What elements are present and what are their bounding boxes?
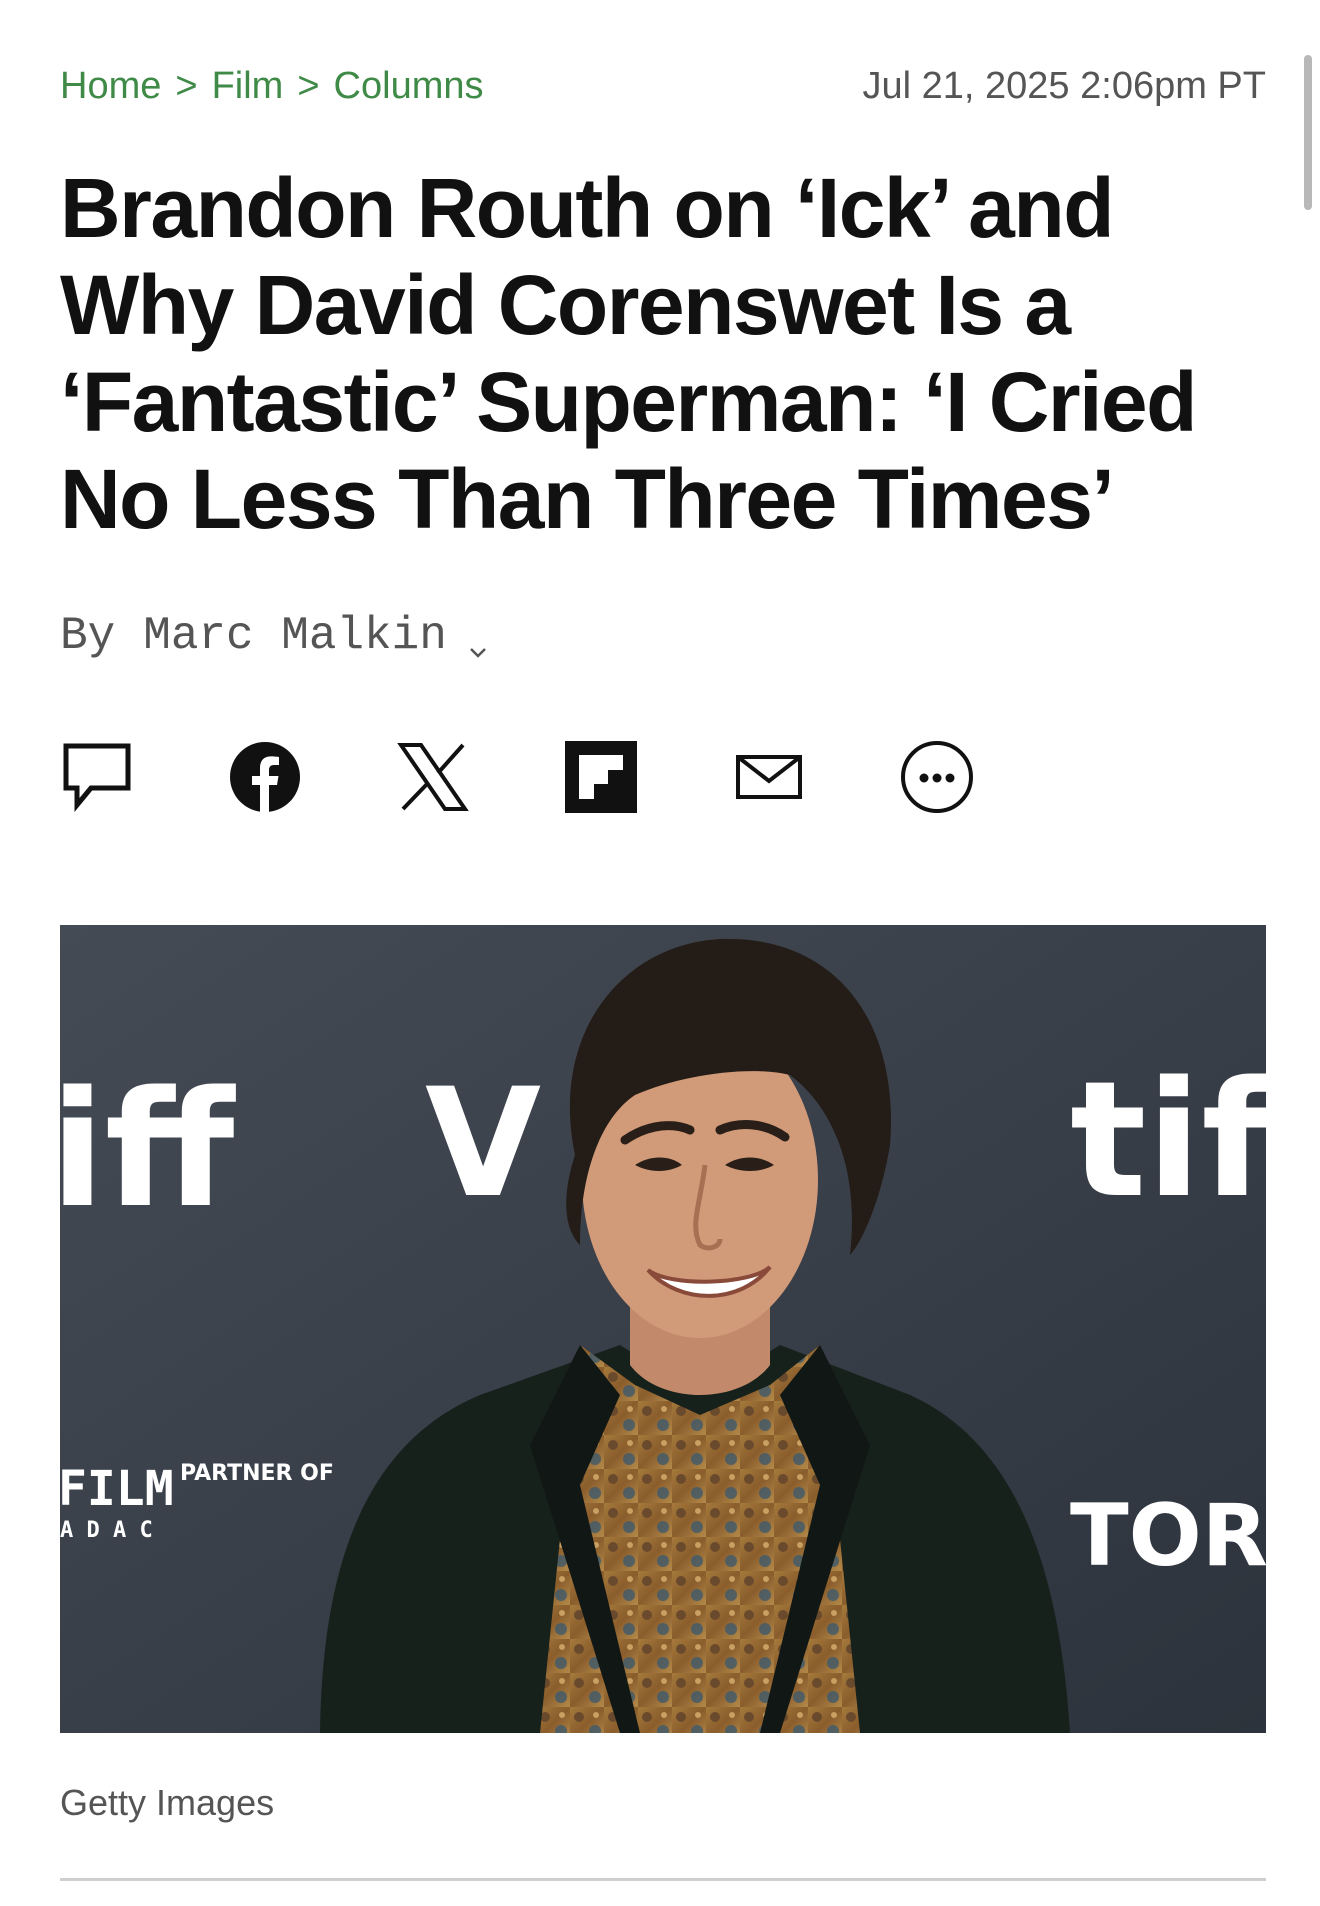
author-name-link[interactable]: Marc Malkin (143, 610, 447, 662)
breadcrumb-separator: > (175, 64, 198, 107)
publish-date: Jul 21, 2025 2:06pm PT (862, 64, 1266, 107)
backdrop-film-text: FILM (60, 1461, 174, 1517)
share-bar (60, 740, 1068, 814)
breadcrumb-columns-link[interactable]: Columns (334, 65, 484, 108)
breadcrumb-film-link[interactable]: Film (212, 65, 284, 108)
email-icon[interactable] (732, 740, 806, 814)
x-icon[interactable] (396, 740, 470, 814)
byline-prefix: By (60, 610, 116, 662)
breadcrumb-separator: > (297, 64, 320, 107)
divider (60, 1878, 1266, 1881)
more-icon[interactable] (900, 740, 974, 814)
backdrop-letter-center: V (425, 1057, 541, 1231)
breadcrumb-home-link[interactable]: Home (60, 65, 161, 108)
backdrop-partner-text: PARTNER OF (180, 1461, 334, 1486)
hero-photo: iff V tiff FILM PARTNER OF A D A C TORON (60, 925, 1266, 1733)
backdrop-sub-text: A D A C (60, 1518, 153, 1543)
article-topbar: Home > Film > Columns Jul 21, 2025 2:06p… (60, 62, 1266, 110)
chevron-down-icon[interactable] (467, 625, 489, 658)
flipboard-icon[interactable] (564, 740, 638, 814)
facebook-icon[interactable] (228, 740, 302, 814)
backdrop-city-text: TORON (1070, 1486, 1266, 1586)
scrollbar-thumb[interactable] (1304, 55, 1312, 210)
byline: By Marc Malkin (60, 610, 489, 662)
backdrop-logo-left: iff (60, 1056, 237, 1243)
backdrop-logo-right: tiff (1070, 1046, 1266, 1233)
breadcrumb: Home > Film > Columns (60, 65, 484, 108)
article-headline: Brandon Routh on ‘Ick’ and Why David Cor… (60, 161, 1197, 546)
photo-credit: Getty Images (60, 1782, 275, 1823)
comment-icon[interactable] (60, 740, 134, 814)
